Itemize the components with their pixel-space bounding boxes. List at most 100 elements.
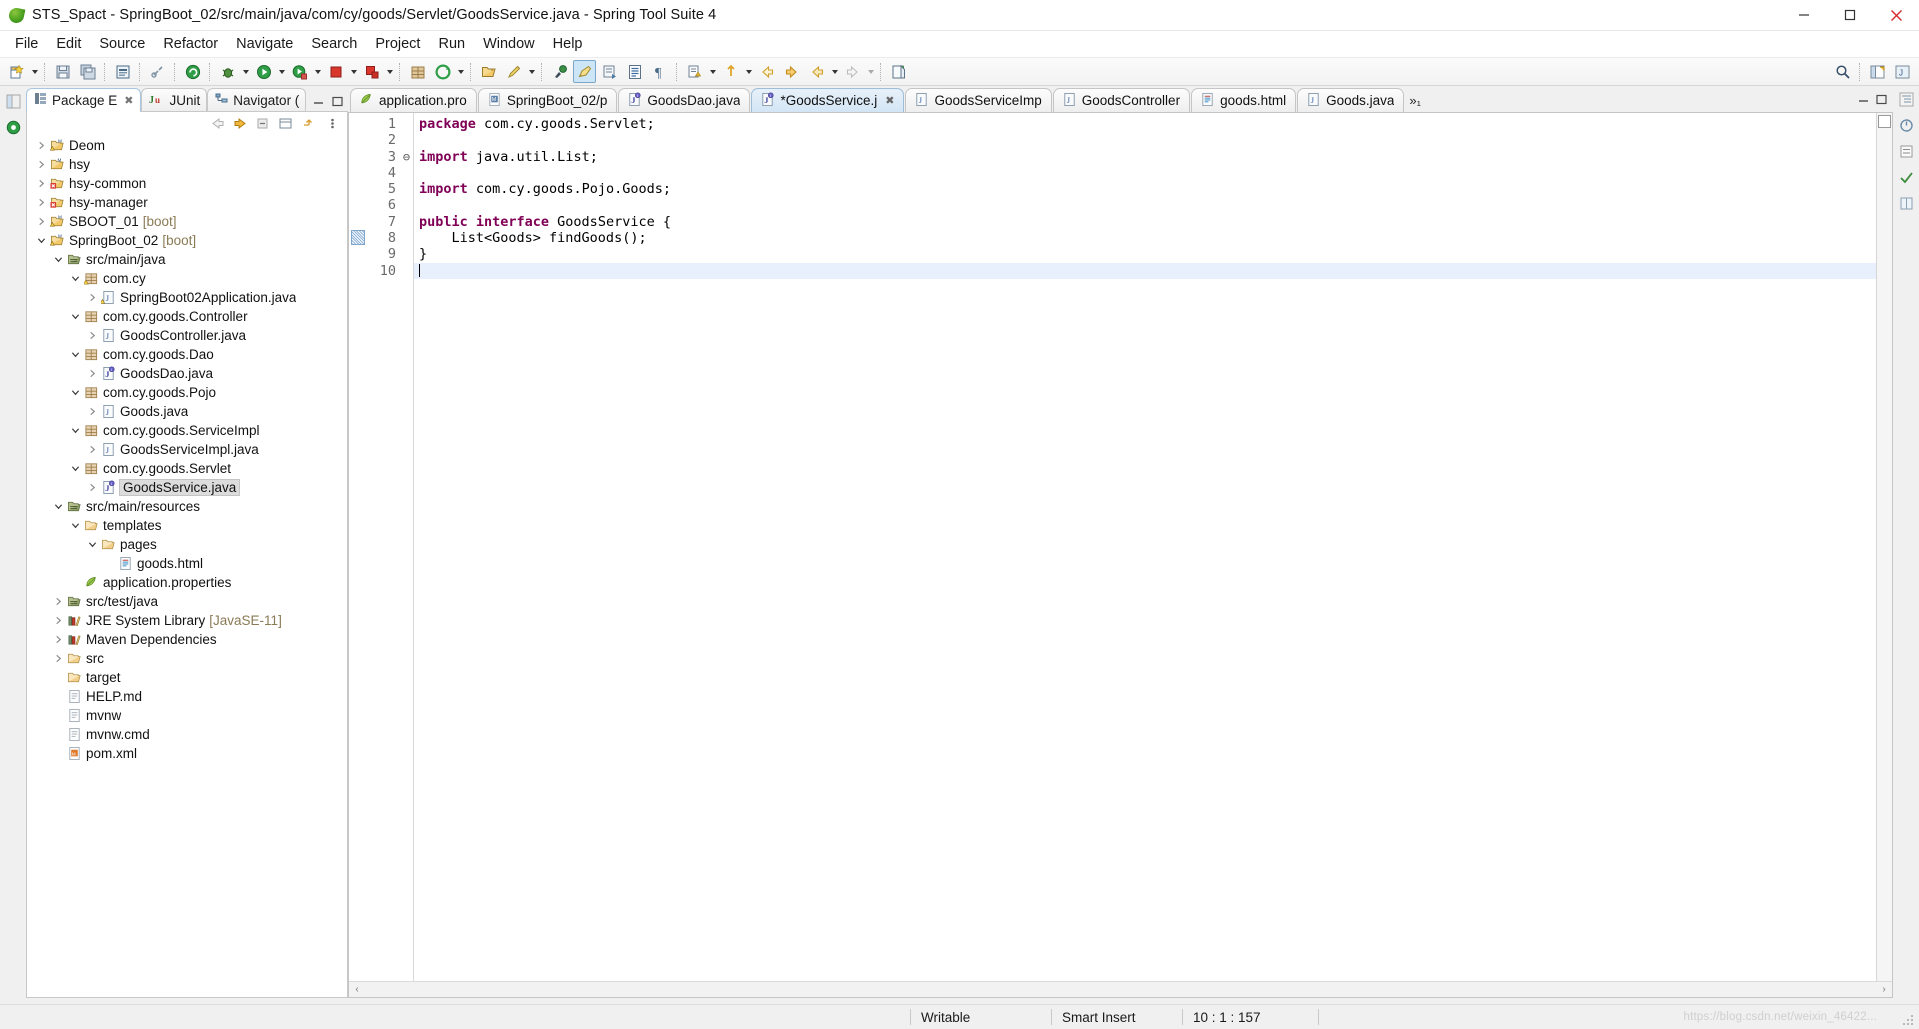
- menu-file[interactable]: File: [6, 34, 47, 54]
- editor-tab-springboot-02-p[interactable]: M SpringBoot_02/p: [477, 88, 618, 112]
- tree-item-goodscontroller-java[interactable]: J GoodsController.java: [27, 326, 347, 345]
- scroll-left-icon[interactable]: ‹: [351, 984, 363, 995]
- chevron-down-icon[interactable]: [276, 62, 287, 82]
- boot-dashboard-icon[interactable]: [181, 60, 204, 83]
- boot-dash-rail-icon[interactable]: [1897, 116, 1915, 134]
- menu-search[interactable]: Search: [302, 34, 366, 54]
- show-whitespace-icon[interactable]: [623, 60, 646, 83]
- editor-content[interactable]: 1 2 3 4 5 6 7 8 9 10 ⊖ package com.cy.goods.Servl…: [349, 113, 1892, 981]
- editor-tab-goods-java[interactable]: J Goods.java: [1297, 88, 1405, 112]
- chevron-right-icon[interactable]: [84, 369, 100, 378]
- chevron-down-icon[interactable]: [33, 236, 49, 245]
- editor-tab-application-pro[interactable]: application.pro: [350, 88, 477, 112]
- tree-item-hsy[interactable]: Mhsy: [27, 155, 347, 174]
- chevron-down-icon[interactable]: [29, 62, 40, 82]
- menu-run[interactable]: Run: [429, 34, 474, 54]
- chevron-down-icon[interactable]: [743, 62, 754, 82]
- tab-junit[interactable]: Ju JUnit: [140, 88, 208, 111]
- tree-item-goodsservice-java[interactable]: J I GoodsService.java: [27, 478, 347, 497]
- chevron-right-icon[interactable]: [33, 217, 49, 226]
- maximize-editor-icon[interactable]: [1876, 93, 1887, 108]
- tree-item-src[interactable]: src: [27, 649, 347, 668]
- chevron-right-icon[interactable]: [84, 293, 100, 302]
- tree-item-goods-java[interactable]: J Goods.java: [27, 402, 347, 421]
- chevron-down-icon[interactable]: [50, 502, 66, 511]
- chevron-right-icon[interactable]: [84, 445, 100, 454]
- perspective-open-icon[interactable]: [1866, 60, 1889, 83]
- tree-item-com-cy-goods-dao[interactable]: com.cy.goods.Dao: [27, 345, 347, 364]
- tab-package-explorer[interactable]: Package E ✖: [26, 88, 141, 112]
- close-icon[interactable]: ✖: [885, 94, 894, 107]
- tree-item-help-md[interactable]: HELP.md: [27, 687, 347, 706]
- tree-item-springboot02application-java[interactable]: J SpringBoot02Application.java: [27, 288, 347, 307]
- tree-item-hsy-common[interactable]: hsy-common: [27, 174, 347, 193]
- tree-item-jre-system-library[interactable]: JRE System Library [JavaSE-11]: [27, 611, 347, 630]
- tree-item-mvnw[interactable]: mvnw: [27, 706, 347, 725]
- next-annotation-icon[interactable]: [683, 60, 706, 83]
- menu-source[interactable]: Source: [90, 34, 154, 54]
- forward-history-icon[interactable]: [841, 60, 864, 83]
- chevron-down-icon[interactable]: [67, 521, 83, 530]
- tree-item-templates[interactable]: templates: [27, 516, 347, 535]
- minimize-button[interactable]: [1781, 0, 1827, 30]
- collapse-up-icon[interactable]: [301, 115, 317, 131]
- tree-item-hsy-manager[interactable]: hsy-manager: [27, 193, 347, 212]
- editor-horizontal-scrollbar[interactable]: ‹ ›: [349, 981, 1892, 997]
- maximize-view-icon[interactable]: [331, 95, 344, 108]
- fold-marker[interactable]: ⊖: [400, 149, 413, 165]
- folding-ruler[interactable]: ⊖: [400, 113, 414, 981]
- markers-rail-icon[interactable]: [1897, 142, 1915, 160]
- tree-item-goods-html[interactable]: goods.html: [27, 554, 347, 573]
- stop-red-icon[interactable]: [324, 60, 347, 83]
- minimize-view-icon[interactable]: [312, 95, 325, 108]
- chevron-right-icon[interactable]: [50, 635, 66, 644]
- menu-navigate[interactable]: Navigate: [227, 34, 302, 54]
- chevron-down-icon[interactable]: [865, 62, 876, 82]
- editor-tab-goods-html[interactable]: goods.html: [1191, 88, 1297, 112]
- chevron-right-icon[interactable]: [33, 141, 49, 150]
- chevron-down-icon[interactable]: [67, 426, 83, 435]
- chevron-down-icon[interactable]: [829, 62, 840, 82]
- chevron-down-icon[interactable]: [384, 62, 395, 82]
- pilcrow-icon[interactable]: ¶: [648, 60, 671, 83]
- new-project-icon[interactable]: [431, 60, 454, 83]
- minimize-editor-icon[interactable]: [1858, 93, 1869, 108]
- editor-tab-goodsserviceimp[interactable]: J GoodsServiceImp: [905, 88, 1052, 112]
- chevron-right-icon[interactable]: [50, 616, 66, 625]
- chevron-right-icon[interactable]: [84, 407, 100, 416]
- close-icon[interactable]: ✖: [124, 94, 133, 107]
- new-class-icon[interactable]: [502, 60, 525, 83]
- chevron-down-icon[interactable]: [67, 464, 83, 473]
- chevron-down-icon[interactable]: [84, 540, 100, 549]
- editor-tabs-overflow-icon[interactable]: »₁: [1405, 89, 1425, 112]
- chevron-down-icon[interactable]: [707, 62, 718, 82]
- menu-edit[interactable]: Edit: [47, 34, 90, 54]
- new-java-project-icon[interactable]: [887, 60, 910, 83]
- tree-item-com-cy-goods-servlet[interactable]: com.cy.goods.Servlet: [27, 459, 347, 478]
- project-tree[interactable]: M Deom Mhsy hsy-common hsy-manager M SBOOT_01[…: [26, 134, 348, 998]
- new-package-icon[interactable]: [406, 60, 429, 83]
- run-icon[interactable]: [252, 60, 275, 83]
- back-icon[interactable]: [755, 60, 778, 83]
- outline-rail-icon[interactable]: [1897, 90, 1915, 108]
- chevron-down-icon[interactable]: [312, 62, 323, 82]
- save-icon[interactable]: [51, 60, 74, 83]
- link-with-editor-icon[interactable]: [278, 115, 294, 131]
- editor-tab-goodscontroller[interactable]: J GoodsController: [1052, 88, 1191, 112]
- tree-item-target[interactable]: target: [27, 668, 347, 687]
- overview-ruler[interactable]: [1876, 113, 1892, 981]
- scroll-right-icon[interactable]: ›: [1878, 984, 1890, 995]
- chevron-down-icon[interactable]: [67, 312, 83, 321]
- last-edit-location-icon[interactable]: [805, 60, 828, 83]
- tab-navigator[interactable]: Navigator (: [207, 88, 307, 111]
- tree-item-pages[interactable]: pages: [27, 535, 347, 554]
- print-icon[interactable]: [111, 60, 134, 83]
- restore-perspective-icon[interactable]: [4, 92, 22, 110]
- search-icon[interactable]: [1831, 60, 1854, 83]
- back-arrow-icon[interactable]: [209, 115, 225, 131]
- resize-grip-icon[interactable]: [1901, 1013, 1915, 1027]
- tree-item-springboot-02[interactable]: M SpringBoot_02 [boot]: [27, 231, 347, 250]
- chevron-right-icon[interactable]: [33, 160, 49, 169]
- run-configurations-icon[interactable]: [288, 60, 311, 83]
- tree-item-com-cy[interactable]: com.cy: [27, 269, 347, 288]
